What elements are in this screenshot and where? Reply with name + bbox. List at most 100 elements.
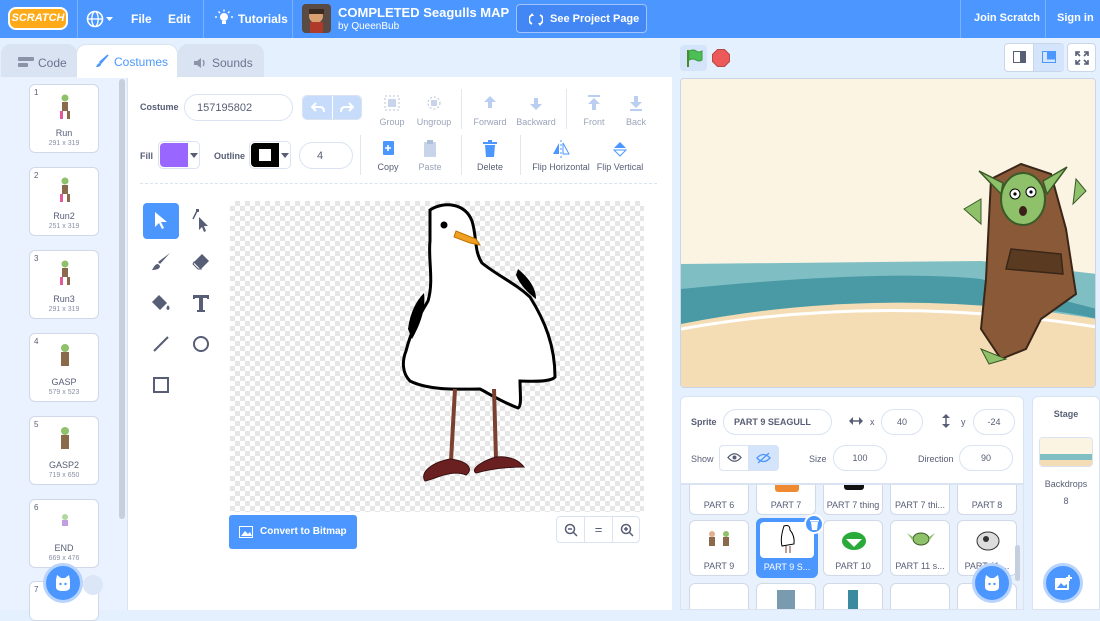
copy-button[interactable]: Copy <box>372 140 404 172</box>
sprite-list-scrollbar[interactable] <box>1015 545 1020 581</box>
back-button[interactable]: Back <box>620 93 652 127</box>
sprite-tile[interactable]: PART 9 <box>689 520 749 576</box>
sprite-tile[interactable] <box>823 583 883 609</box>
redo-icon <box>340 102 354 113</box>
green-flag-button[interactable] <box>680 45 707 71</box>
costume-list-scrollbar[interactable] <box>119 79 125 519</box>
language-globe-icon[interactable] <box>86 10 114 28</box>
y-label: y <box>961 417 966 427</box>
flip-horizontal-button[interactable]: Flip Horizontal <box>530 140 592 172</box>
sprite-tile[interactable]: PART 6 <box>689 485 749 515</box>
large-stage-button[interactable] <box>1034 44 1064 71</box>
sprite-tile[interactable]: PART 7 thing <box>823 485 883 515</box>
sprite-list: PART 6 PART 7 PART 7 thing PART 7 thi...… <box>680 484 1024 610</box>
rectangle-tool[interactable] <box>143 367 179 403</box>
outline-width-input[interactable]: 4 <box>299 142 353 169</box>
sprite-tile-selected[interactable]: PART 9 S... <box>756 514 824 578</box>
flip-vertical-icon <box>612 142 628 157</box>
sprite-tile[interactable]: PART 7 <box>756 485 816 515</box>
show-button[interactable] <box>720 446 749 470</box>
sprite-tile[interactable] <box>756 583 816 609</box>
costume-tile[interactable]: 3 Run3 291 x 319 <box>29 250 99 319</box>
stage-target-panel[interactable]: Stage Backdrops 8 <box>1032 396 1100 610</box>
delete-button[interactable]: Delete <box>472 140 508 172</box>
eraser-tool[interactable] <box>183 244 219 280</box>
paste-button[interactable]: Paste <box>414 140 446 172</box>
redo-button[interactable] <box>333 96 361 119</box>
tab-costumes[interactable]: Costumes <box>76 44 178 78</box>
text-tool[interactable] <box>183 285 219 321</box>
backward-button[interactable]: Backward <box>514 93 558 127</box>
fill-color-picker[interactable] <box>158 141 200 169</box>
zoom-out-button[interactable] <box>557 517 585 542</box>
scratch-logo[interactable]: SCRATCH <box>8 7 68 30</box>
costume-tile[interactable]: 6 END 669 x 476 <box>29 499 99 568</box>
size-input[interactable]: 100 <box>833 445 887 471</box>
x-input[interactable]: 40 <box>881 409 923 435</box>
undo-button[interactable] <box>303 96 333 119</box>
zoom-reset-button[interactable]: = <box>585 517 613 542</box>
delete-sprite-button[interactable] <box>804 514 824 534</box>
small-stage-button[interactable] <box>1005 44 1034 71</box>
costume-tile[interactable]: 1 Run 291 x 319 <box>29 84 99 153</box>
sprite-tile[interactable] <box>890 583 950 609</box>
sprite-tile[interactable]: PART 8 <box>957 485 1017 515</box>
choose-backdrop-button[interactable] <box>1043 563 1083 603</box>
costume-size: 579 x 523 <box>48 389 80 396</box>
sprite-tile[interactable]: PART 11 s... <box>890 520 950 576</box>
forward-label: Forward <box>473 117 507 127</box>
reshape-tool[interactable] <box>183 203 219 239</box>
undo-icon <box>311 102 325 113</box>
ungroup-button[interactable]: Ungroup <box>414 93 454 127</box>
group-button[interactable]: Group <box>374 93 410 127</box>
choose-costume-button[interactable] <box>43 563 83 603</box>
project-author[interactable]: by QueenBub <box>338 21 399 32</box>
copy-label: Copy <box>377 162 399 172</box>
sprite-tile[interactable] <box>689 583 749 609</box>
y-input[interactable]: -24 <box>973 409 1015 435</box>
brush-tool[interactable] <box>143 244 179 280</box>
stage-header <box>672 38 1100 78</box>
costume-tile[interactable]: 5 GASP2 719 x 650 <box>29 416 99 485</box>
costume-thumbnail <box>60 260 70 285</box>
convert-to-bitmap-button[interactable]: Convert to Bitmap <box>229 515 357 549</box>
select-tool[interactable] <box>143 203 179 239</box>
choose-sprite-button[interactable] <box>972 563 1012 603</box>
forward-icon <box>484 96 496 108</box>
join-scratch-link[interactable]: Join Scratch <box>974 12 1040 24</box>
circle-icon <box>193 336 209 352</box>
sprite-name-input[interactable]: PART 9 SEAGULL <box>723 409 832 435</box>
sprite-tile[interactable]: PART 10 <box>823 520 883 576</box>
stop-button[interactable] <box>712 49 730 67</box>
direction-input[interactable]: 90 <box>959 445 1013 471</box>
see-project-page-button[interactable]: See Project Page <box>516 4 647 33</box>
sign-in-link[interactable]: Sign in <box>1057 12 1094 24</box>
costume-thumbnail <box>62 514 68 526</box>
costume-size: 291 x 319 <box>48 140 80 147</box>
sprite-thumbnail <box>709 531 729 546</box>
project-title: COMPLETED Seagulls MAP <box>338 5 510 20</box>
circle-tool[interactable] <box>183 326 219 362</box>
arrow-pointer-icon <box>155 212 167 229</box>
zoom-in-button[interactable] <box>613 517 641 542</box>
front-button[interactable]: Front <box>578 93 610 127</box>
costume-name-input[interactable]: 157195802 <box>184 94 293 121</box>
line-tool[interactable] <box>143 326 179 362</box>
tab-code[interactable]: Code <box>1 44 77 78</box>
stage-canvas[interactable] <box>680 78 1096 388</box>
tab-sounds[interactable]: Sounds <box>178 44 264 78</box>
outline-color-picker[interactable] <box>249 141 291 169</box>
trash-icon[interactable] <box>83 575 103 595</box>
paint-canvas[interactable] <box>230 201 644 512</box>
sprite-tile[interactable]: PART 7 thi... <box>890 485 950 515</box>
flip-vertical-button[interactable]: Flip Vertical <box>594 140 646 172</box>
edit-menu[interactable]: Edit <box>168 12 191 26</box>
tutorials-menu[interactable]: Tutorials <box>238 12 288 26</box>
costume-tile[interactable]: 2 Run2 251 x 319 <box>29 167 99 236</box>
fullscreen-button[interactable] <box>1067 43 1096 72</box>
file-menu[interactable]: File <box>131 12 152 26</box>
fill-tool[interactable] <box>143 285 179 321</box>
forward-button[interactable]: Forward <box>472 93 508 127</box>
hide-button[interactable] <box>749 446 778 470</box>
costume-tile[interactable]: 4 GASP 579 x 523 <box>29 333 99 402</box>
